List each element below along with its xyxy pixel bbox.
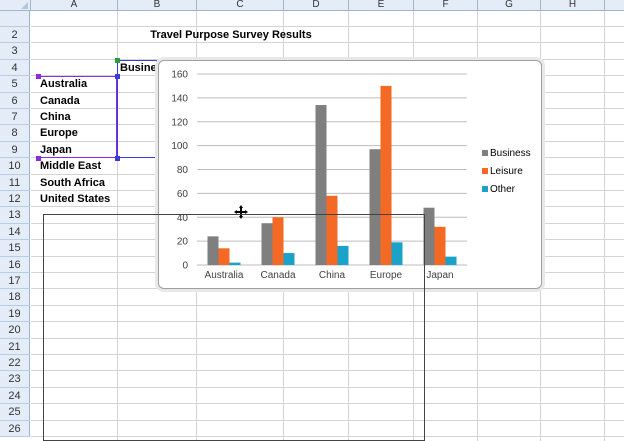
x-tick-label: Japan [426, 270, 453, 281]
bar-leisure-australia [218, 248, 230, 265]
row-header-21[interactable]: 21 [0, 338, 30, 355]
bar-other-australia [229, 262, 241, 265]
row-header-3[interactable]: 3 [0, 43, 30, 60]
range-handle-green[interactable] [115, 58, 120, 63]
grid-hline [31, 354, 624, 355]
row-header-13[interactable]: 13 [0, 207, 30, 224]
x-tick-label: Australia [205, 270, 244, 281]
y-tick-label: 100 [171, 141, 188, 152]
country-cell[interactable]: United States [40, 191, 116, 207]
y-tick-label: 160 [171, 70, 188, 81]
bar-leisure-japan [434, 226, 446, 265]
bar-other-china [337, 245, 349, 265]
row-header-26[interactable]: 26 [0, 420, 30, 437]
select-all-triangle-icon [21, 2, 28, 9]
legend-label-business: Business [490, 148, 531, 159]
grid-hline [31, 386, 624, 388]
bar-leisure-europe [380, 85, 392, 265]
row-header-19[interactable]: 19 [0, 305, 30, 323]
row-header-5[interactable]: 5 [0, 76, 30, 93]
range-handle-blue-bottom[interactable] [115, 156, 120, 161]
row-header-7[interactable]: 7 [0, 109, 30, 126]
bar-business-europe [369, 149, 381, 265]
column-header-a[interactable]: A [31, 0, 118, 11]
y-tick-label: 140 [171, 93, 188, 104]
y-tick-label: 20 [177, 237, 189, 248]
column-header-c[interactable]: C [197, 0, 284, 11]
legend-swatch-other [482, 186, 488, 192]
grid-hline [31, 321, 624, 323]
legend-label-leisure: Leisure [490, 166, 523, 177]
y-tick-label: 120 [171, 117, 188, 128]
row-header-23[interactable]: 23 [0, 371, 30, 388]
row-header-24[interactable]: 24 [0, 387, 30, 405]
range-highlight-purple [38, 76, 117, 158]
row-header-22[interactable]: 22 [0, 355, 30, 372]
grid-hline [31, 403, 624, 405]
range-highlight-blue [117, 60, 157, 158]
chart-svg: 0 20 40 60 80 100 120 140 160 Australia Canada Chin… [171, 70, 531, 282]
column-header-f[interactable]: F [414, 0, 478, 11]
row-header-partial[interactable] [0, 11, 30, 27]
row-header-6[interactable]: 6 [0, 92, 30, 109]
row-header-4[interactable]: 4 [0, 59, 30, 77]
row-header-18[interactable]: 18 [0, 289, 30, 306]
bar-business-china [315, 105, 327, 265]
row-header-20[interactable]: 20 [0, 322, 30, 339]
move-cursor-icon [234, 205, 248, 219]
grid-hline [31, 304, 624, 306]
bar-other-canada [283, 253, 295, 265]
row-header-17[interactable]: 17 [0, 273, 30, 290]
row-header-25[interactable]: 25 [0, 404, 30, 421]
grid-hline [31, 337, 624, 339]
bar-leisure-canada [272, 217, 284, 265]
row-header-11[interactable]: 11 [0, 174, 30, 191]
row-header-9[interactable]: 9 [0, 141, 30, 159]
y-tick-label: 60 [177, 189, 189, 200]
column-header-e[interactable]: E [349, 0, 414, 11]
column-header-filler [605, 0, 624, 11]
column-header-d[interactable]: D [284, 0, 349, 11]
legend-label-other: Other [490, 184, 516, 195]
country-cell[interactable]: Middle East [40, 158, 116, 174]
row-header-15[interactable]: 15 [0, 240, 30, 257]
y-tick-label: 80 [177, 165, 189, 176]
x-tick-label: Canada [260, 270, 295, 281]
y-tick-label: 0 [182, 261, 188, 272]
bar-business-canada [261, 223, 273, 265]
column-header-b[interactable]: B [118, 0, 197, 11]
row-header-14[interactable]: 14 [0, 223, 30, 241]
bar-business-japan [423, 207, 435, 265]
legend-swatch-leisure [482, 168, 488, 174]
column-header-h[interactable]: H [541, 0, 605, 11]
range-handle-purple-bottom[interactable] [36, 156, 41, 161]
bar-other-japan [445, 256, 457, 265]
legend-swatch-business [482, 150, 488, 156]
grid-hline [31, 370, 624, 372]
x-tick-label: China [319, 270, 346, 281]
bar-business-australia [207, 236, 219, 265]
sheet-title-cell[interactable]: Travel Purpose Survey Results [118, 27, 344, 43]
row-header-16[interactable]: 16 [0, 256, 30, 273]
row-header-10[interactable]: 10 [0, 158, 30, 175]
chart-object[interactable]: 0 20 40 60 80 100 120 140 160 Australia Canada Chin… [158, 60, 542, 289]
x-tick-label: Europe [370, 270, 403, 281]
column-header-g[interactable]: G [478, 0, 541, 11]
grid-hline [31, 419, 624, 421]
range-handle-purple-left[interactable] [36, 74, 41, 79]
bar-leisure-china [326, 195, 338, 265]
y-tick-label: 40 [177, 213, 189, 224]
grid-hline [31, 436, 624, 437]
country-cell[interactable]: South Africa [40, 175, 116, 191]
select-all-corner[interactable] [0, 0, 31, 11]
range-handle-blue-top[interactable] [115, 74, 120, 79]
bar-other-europe [391, 242, 403, 265]
row-header-2[interactable]: 2 [0, 27, 30, 44]
row-header-8[interactable]: 8 [0, 125, 30, 142]
row-header-12[interactable]: 12 [0, 191, 30, 208]
